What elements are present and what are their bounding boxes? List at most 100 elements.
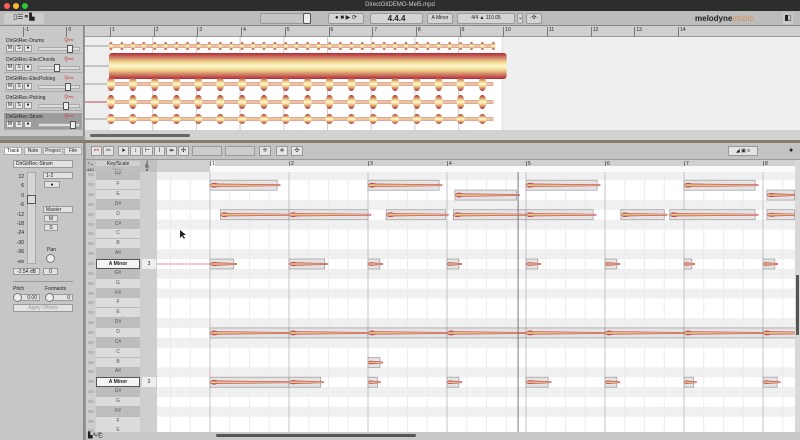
track-link-icon[interactable]: ⚲⚯ xyxy=(64,56,73,63)
key-row[interactable]: E xyxy=(96,308,140,319)
track-link-icon[interactable]: ⚲⚯ xyxy=(64,113,73,120)
note-blob[interactable] xyxy=(288,258,328,270)
vertical-scrollbar[interactable] xyxy=(795,160,800,440)
quantize-time-icon[interactable]: ✣ xyxy=(291,146,303,156)
volume-slider[interactable] xyxy=(38,64,80,72)
tab-track[interactable]: Track xyxy=(4,147,22,155)
panel-toggle-icon[interactable]: ◧ xyxy=(783,13,793,24)
formant-tool-icon[interactable]: ✣ xyxy=(178,146,189,156)
volume-slider[interactable] xyxy=(38,83,80,91)
position-display[interactable]: 4.4.4 xyxy=(370,13,423,24)
pan-value[interactable]: 0 xyxy=(43,268,58,275)
record-button[interactable]: ● xyxy=(24,83,32,90)
formants-knob[interactable] xyxy=(45,293,54,302)
note-blob[interactable] xyxy=(446,327,530,339)
volume-slider[interactable] xyxy=(38,121,80,129)
macro-field-1[interactable] xyxy=(192,146,222,156)
key-row[interactable]: C# xyxy=(96,219,140,230)
solo-button[interactable]: S xyxy=(15,45,23,52)
volume-value[interactable]: -2.54 dB xyxy=(13,268,40,275)
note-blob[interactable] xyxy=(604,258,621,270)
note-blob[interactable] xyxy=(762,258,779,270)
pitch-knob[interactable] xyxy=(13,293,22,302)
note-blob[interactable] xyxy=(209,258,237,270)
key-row[interactable]: C xyxy=(96,229,140,240)
volume-knob[interactable] xyxy=(63,102,70,110)
note-blob[interactable] xyxy=(288,376,324,388)
key-row[interactable]: A# xyxy=(96,249,140,260)
zoom-window-button[interactable] xyxy=(22,3,28,9)
macro-field-2[interactable] xyxy=(225,146,255,156)
volume-fader[interactable] xyxy=(27,172,36,264)
key-row[interactable]: D# xyxy=(96,318,140,329)
note-blob[interactable] xyxy=(385,209,449,221)
note-blob[interactable] xyxy=(209,179,281,191)
settings-icon[interactable]: ● xyxy=(789,147,793,154)
key-row[interactable]: B xyxy=(96,357,140,368)
note-blob[interactable] xyxy=(367,327,451,339)
key-row[interactable]: F# xyxy=(96,406,140,417)
note-blob[interactable] xyxy=(288,327,372,339)
tool-icons[interactable]: ▙✎⎗ xyxy=(88,432,102,440)
apply-offsets-button[interactable]: Apply Offsets xyxy=(13,304,73,312)
output-select[interactable]: Master xyxy=(43,206,73,213)
key-row[interactable]: C xyxy=(96,347,140,358)
track-row[interactable]: DirGitRec-Picking ⚲⚯ M S ● xyxy=(4,94,82,111)
minimize-window-button[interactable] xyxy=(13,3,19,9)
record-button[interactable]: ● xyxy=(44,181,60,188)
pan-knob[interactable] xyxy=(46,254,55,263)
key-row[interactable]: F# xyxy=(96,170,140,181)
note-editor[interactable] xyxy=(157,172,795,432)
volume-knob[interactable] xyxy=(65,83,72,91)
note-blob[interactable] xyxy=(367,357,384,368)
mute-button[interactable]: M xyxy=(6,121,14,128)
note-blob[interactable] xyxy=(367,179,443,191)
note-blob[interactable] xyxy=(683,179,759,191)
key-row[interactable]: E xyxy=(96,190,140,201)
note-blob[interactable] xyxy=(762,327,795,339)
solo-button[interactable]: S xyxy=(15,121,23,128)
arrangement-ruler[interactable]: -1 0 1 2 3 4 5 6 7 8 9 10 11 12 13 14 xyxy=(22,26,800,37)
scroll-thumb[interactable] xyxy=(90,134,190,137)
tab-note[interactable]: Note xyxy=(24,147,42,155)
track-link-icon[interactable]: ⚲⚯ xyxy=(64,37,73,44)
arrangement-view[interactable] xyxy=(21,37,800,130)
horizontal-scroll-thumb[interactable] xyxy=(216,434,416,437)
note-blob[interactable] xyxy=(367,258,384,270)
note-blob[interactable] xyxy=(525,327,609,339)
amplitude-tool-icon[interactable]: I xyxy=(154,146,165,156)
pointer-tool-icon[interactable]: ➤ xyxy=(118,146,129,156)
solo-button[interactable]: S xyxy=(15,64,23,71)
note-blob[interactable] xyxy=(604,376,621,388)
mute-button[interactable]: M xyxy=(44,215,58,222)
solo-button[interactable]: S xyxy=(44,224,58,231)
track-name-field[interactable]: DirGitRec-Strum xyxy=(13,160,73,168)
pitch-tool-icon[interactable]: ↕ xyxy=(130,146,141,156)
key-display[interactable]: A Minor xyxy=(427,13,453,24)
note-blob[interactable] xyxy=(209,376,293,388)
view-toggle-icons[interactable]: ▯☰⚭▙ xyxy=(4,13,44,24)
note-blob[interactable] xyxy=(766,209,795,221)
key-row[interactable]: A# xyxy=(96,367,140,378)
record-button[interactable]: ● xyxy=(24,64,32,71)
note-blob[interactable] xyxy=(683,258,696,270)
treble-clef-icon[interactable]: 𝄞 xyxy=(144,160,149,171)
key-row[interactable]: C# xyxy=(96,337,140,348)
arrangement-scrollbar[interactable] xyxy=(85,130,800,140)
tab-project[interactable]: Project xyxy=(43,147,63,155)
note-blob[interactable] xyxy=(683,327,767,339)
record-button[interactable]: ● xyxy=(24,45,32,52)
key-row[interactable]: F xyxy=(96,416,140,427)
tempo-dropdown[interactable]: ⌄ xyxy=(517,13,523,24)
track-row[interactable]: DirGitRec-ElecChords ⚲⚯ M S ● xyxy=(4,56,82,73)
volume-slider[interactable] xyxy=(38,102,80,110)
note-blob[interactable] xyxy=(525,376,552,388)
key-row[interactable]: F xyxy=(96,298,140,309)
vertical-scroll-thumb[interactable] xyxy=(796,275,799,335)
track-link-icon[interactable]: ⚲⚯ xyxy=(64,94,73,101)
zoom-slider[interactable]: ◢ ▣ ≡ xyxy=(728,146,758,156)
volume-knob[interactable] xyxy=(54,64,61,72)
solo-button[interactable]: S xyxy=(15,83,23,90)
volume-handle[interactable] xyxy=(303,13,311,24)
note-blob[interactable] xyxy=(604,327,688,339)
